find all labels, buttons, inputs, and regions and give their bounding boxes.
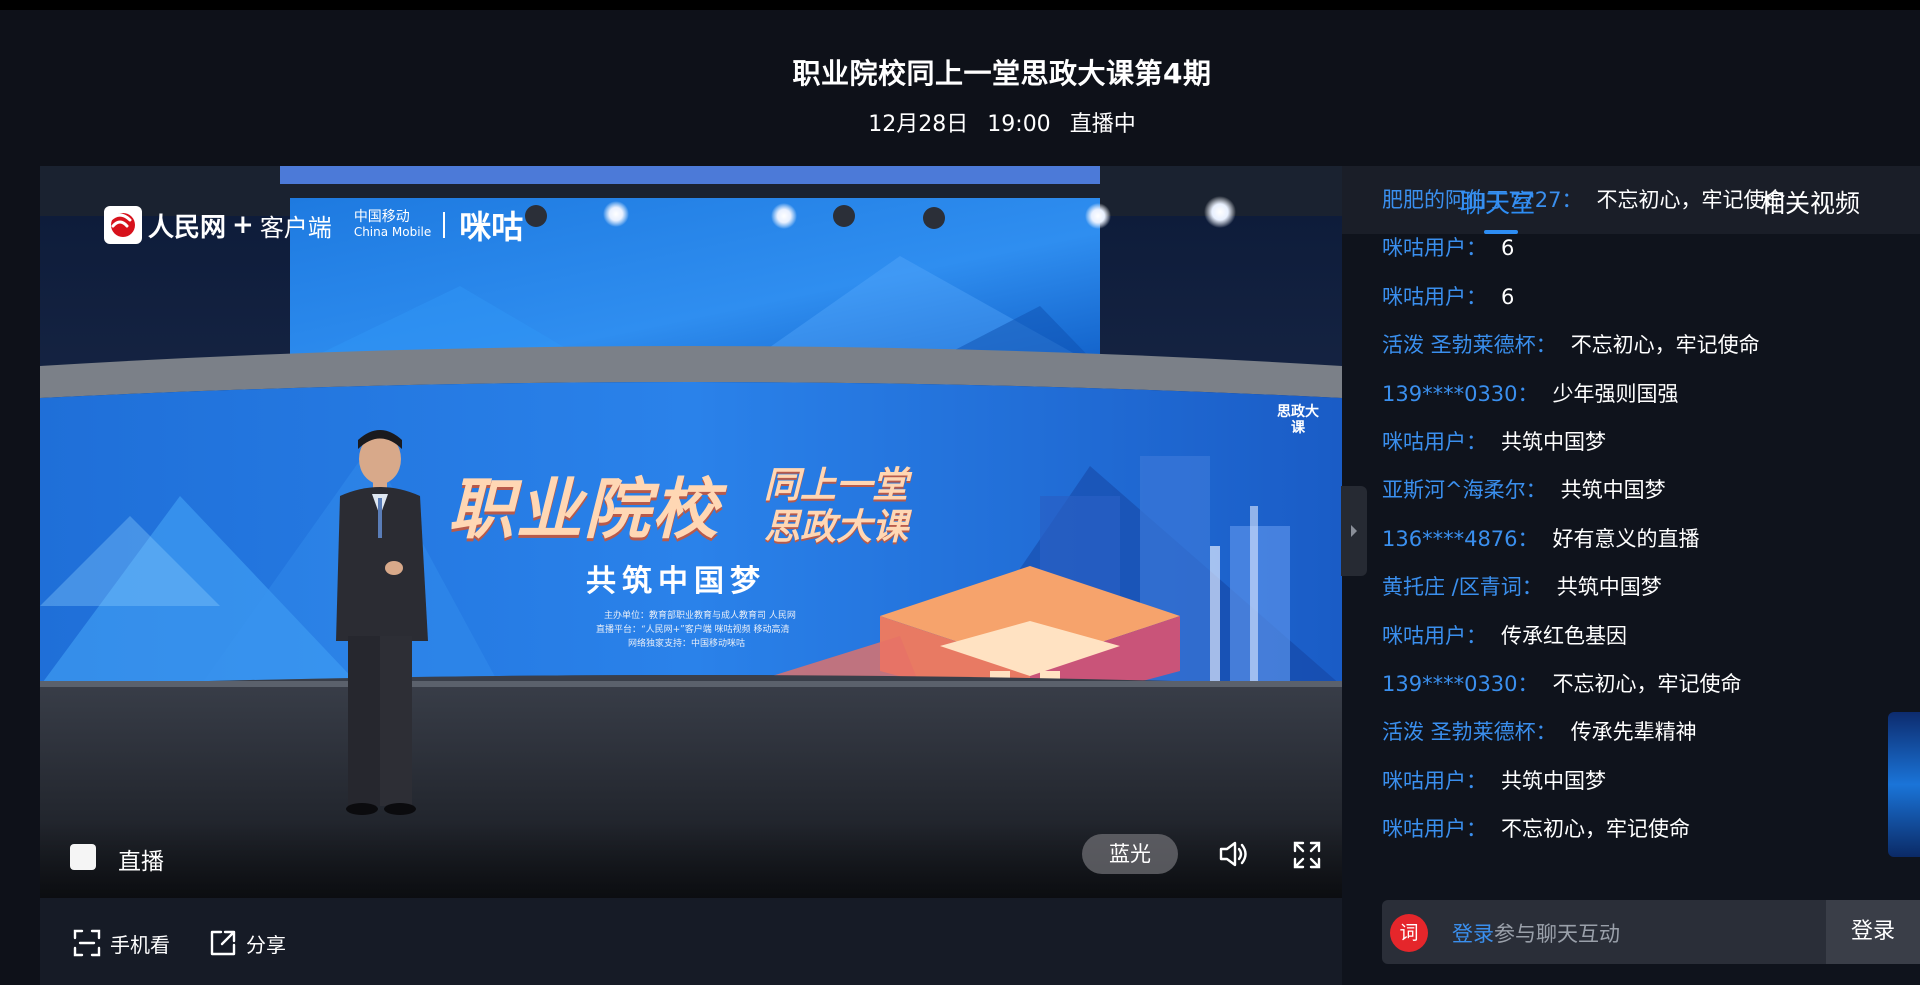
chat-message: 活泼 圣勃莱德杯： 不忘初心，牢记使命 bbox=[1382, 321, 1902, 369]
chat-input-prompt: 登录参与聊天互动 bbox=[1452, 918, 1620, 948]
chat-username[interactable]: 活泼 圣勃莱德杯： bbox=[1382, 720, 1557, 744]
screen-platform-line: 直播平台：“人民网+”客户端 咪咕视频 移动高清 bbox=[596, 625, 790, 635]
chat-username[interactable]: 咪咕用户： bbox=[1382, 769, 1487, 793]
chat-avatar-icon: 词 bbox=[1390, 914, 1428, 952]
chat-message: 139****0330： 少年强则国强 bbox=[1382, 370, 1902, 418]
broadcast-time: 19:00 bbox=[987, 112, 1051, 137]
chat-username[interactable]: 咪咕用户： bbox=[1382, 285, 1487, 309]
chat-username[interactable]: 肥肥的阿伯丁7727： bbox=[1382, 188, 1582, 212]
chat-username[interactable]: 咪咕用户： bbox=[1382, 817, 1487, 841]
rmw-logo-plus: + bbox=[232, 210, 254, 240]
chat-text: 不忘初心，牢记使命 bbox=[1501, 817, 1690, 842]
chat-text: 不忘初心，牢记使命 bbox=[1552, 671, 1742, 696]
chat-message: 咪咕用户： 共筑中国梦 bbox=[1382, 757, 1902, 805]
chat-username[interactable]: 咪咕用户： bbox=[1382, 236, 1487, 260]
chat-text: 6 bbox=[1501, 236, 1515, 261]
quality-button[interactable]: 蓝光 bbox=[1082, 834, 1178, 874]
chat-username[interactable]: 活泼 圣勃莱德杯： bbox=[1382, 333, 1557, 357]
screen-title-sub-2: 思政大课 bbox=[764, 507, 909, 548]
chat-message: 139****0330： 不忘初心，牢记使命 bbox=[1382, 660, 1902, 708]
chat-text: 不忘初心，牢记使命 bbox=[1570, 333, 1760, 358]
page-title: 职业院校同上一堂思政大课第4期 bbox=[792, 57, 1212, 90]
chat-message: 亚斯河^海柔尔： 共筑中国梦 bbox=[1382, 466, 1902, 514]
chat-message: 活泼 圣勃莱德杯： 传承先辈精神 bbox=[1382, 708, 1902, 756]
china-mobile-en: China Mobile bbox=[353, 225, 432, 239]
phone-watch-label: 手机看 bbox=[110, 932, 170, 957]
chat-input-hint: 参与聊天互动 bbox=[1494, 922, 1620, 946]
screen-slogan: 共筑中国梦 bbox=[586, 564, 766, 599]
share-label: 分享 bbox=[246, 932, 286, 957]
rmw-logo-client: 客户端 bbox=[259, 213, 332, 242]
video-action-bar: 手机看 分享 bbox=[40, 898, 1342, 985]
screen-badge: 思政大课 bbox=[1277, 404, 1319, 436]
chat-username[interactable]: 139****0330： bbox=[1382, 382, 1539, 406]
chat-message: 咪咕用户： 不忘初心，牢记使命 bbox=[1382, 805, 1902, 853]
chat-input[interactable]: 词 登录参与聊天互动 bbox=[1382, 900, 1826, 964]
header: 职业院校同上一堂思政大课第4期 12月28日 19:00 直播中 bbox=[0, 10, 1920, 138]
rmw-logo-text: 人民网 bbox=[148, 212, 227, 243]
chat-text: 不忘初心，牢记使命 bbox=[1596, 188, 1786, 212]
video-control-bar: 直播 蓝光 bbox=[40, 822, 1342, 898]
chat-username[interactable]: 咪咕用户： bbox=[1382, 624, 1487, 648]
chat-message: 黄托庄 /区青词： 共筑中国梦 bbox=[1382, 563, 1902, 611]
chat-message: 肥肥的阿伯丁7727： 不忘初心，牢记使命 bbox=[1382, 176, 1902, 224]
screen-title-main: 职业院校 bbox=[448, 471, 720, 548]
chat-text: 好有意义的直播 bbox=[1552, 526, 1700, 551]
migu-logo: 咪咕 bbox=[459, 208, 524, 246]
chat-text: 共筑中国梦 bbox=[1501, 429, 1606, 454]
chat-username[interactable]: 136****4876： bbox=[1382, 527, 1539, 551]
chat-text: 共筑中国梦 bbox=[1501, 768, 1606, 793]
video-player[interactable]: 职业院校 同上一堂 思政大课 共筑中国梦 主办单位：教育部职业教育与成人教育司 … bbox=[40, 166, 1342, 898]
chat-login-link[interactable]: 登录 bbox=[1452, 922, 1494, 946]
chat-message: 咪咕用户： 6 bbox=[1382, 273, 1902, 321]
chat-text: 共筑中国梦 bbox=[1560, 478, 1666, 503]
china-mobile-icon bbox=[106, 207, 134, 228]
window-top-bar bbox=[0, 0, 1920, 10]
live-label: 直播 bbox=[118, 849, 164, 875]
chevron-right-icon bbox=[1351, 525, 1357, 537]
chat-text: 传承先辈精神 bbox=[1570, 720, 1697, 745]
broadcast-date: 12月28日 bbox=[868, 112, 969, 137]
chat-username[interactable]: 139****0330： bbox=[1382, 672, 1539, 696]
chat-panel: 聊天室 相关视频 肥肥的阿伯丁7727： 不忘初心，牢记使命 咪咕用户： 6 咪咕用户：… bbox=[1342, 166, 1920, 985]
screen-host-line: 主办单位：教育部职业教育与成人教育司 人民网 bbox=[604, 611, 796, 621]
scan-icon bbox=[73, 929, 101, 957]
chat-message: 136****4876： 好有意义的直播 bbox=[1382, 515, 1902, 563]
chat-message: 咪咕用户： 6 bbox=[1382, 224, 1902, 272]
share-icon bbox=[210, 930, 236, 956]
chat-username[interactable]: 黄托庄 /区青词： bbox=[1382, 575, 1543, 599]
chat-text: 共筑中国梦 bbox=[1556, 575, 1662, 600]
broadcast-logos: 人民网 + 客户端 中国移动 China Mobile 咪咕 bbox=[104, 202, 523, 248]
chat-text: 传承红色基因 bbox=[1501, 623, 1627, 648]
chat-text: 少年强则国强 bbox=[1552, 381, 1679, 406]
chat-username[interactable]: 亚斯河^海柔尔： bbox=[1382, 478, 1547, 502]
chat-message: 咪咕用户： 传承红色基因 bbox=[1382, 612, 1902, 660]
china-mobile-logo: 中国移动 China Mobile 咪咕 bbox=[106, 202, 524, 248]
live-status: 直播中 bbox=[1069, 112, 1136, 137]
rmw-logo: 人民网 + 客户端 bbox=[104, 206, 332, 244]
screen-support-line: 网络独家支持：中国移动咪咕 bbox=[628, 639, 746, 649]
chat-message: 咪咕用户： 共筑中国梦 bbox=[1382, 418, 1902, 466]
chat-message-list[interactable]: 肥肥的阿伯丁7727： 不忘初心，牢记使命 咪咕用户： 6 咪咕用户： 6 活泼 圣勃莱德杯… bbox=[1382, 176, 1902, 853]
chat-text: 6 bbox=[1501, 284, 1515, 309]
live-checkbox[interactable] bbox=[70, 844, 96, 870]
china-mobile-cn: 中国移动 bbox=[353, 209, 410, 225]
logo-divider bbox=[443, 212, 446, 238]
share-button[interactable]: 分享 bbox=[208, 928, 286, 958]
related-video-thumbnail[interactable] bbox=[1888, 712, 1920, 857]
phone-watch-button[interactable]: 手机看 bbox=[72, 928, 170, 958]
collapse-handle[interactable] bbox=[1341, 486, 1367, 576]
broadcast-info: 12月28日 19:00 直播中 bbox=[0, 106, 1920, 138]
login-button[interactable]: 登录 bbox=[1826, 900, 1920, 964]
chat-username[interactable]: 咪咕用户： bbox=[1382, 430, 1487, 454]
